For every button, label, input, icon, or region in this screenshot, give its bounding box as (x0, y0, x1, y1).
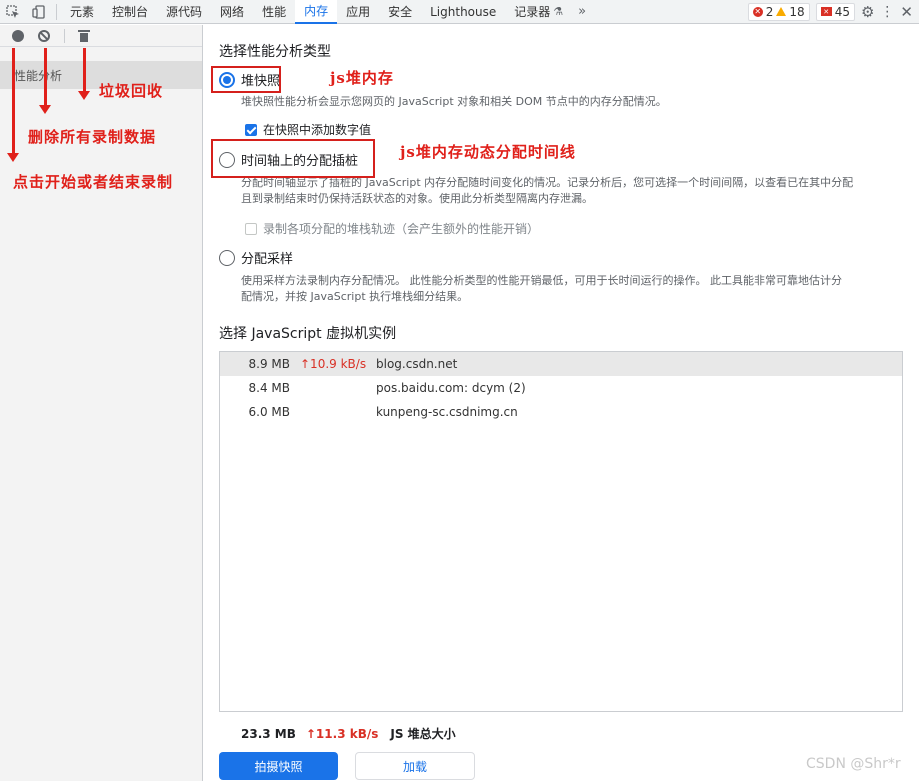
allocation-sampling-radio[interactable] (219, 249, 235, 266)
record-button-icon[interactable] (12, 29, 24, 42)
tab-performance[interactable]: 性能 (253, 0, 295, 24)
settings-gear-icon[interactable]: ⚙ (861, 3, 874, 21)
tab-recorder[interactable]: 记录器 ⚗ (505, 0, 572, 24)
vm-instance-name: kunpeng-sc.csdnimg.cn (376, 405, 518, 419)
allocation-timeline-desc-line2: 且到录制结束时仍保持活跃状态的对象。使用此分析类型隔离内存泄漏。 (241, 192, 593, 205)
annotation-delete-all: 删除所有录制数据 (28, 128, 157, 146)
tab-recorder-label: 记录器 (514, 5, 551, 19)
tab-network[interactable]: 网络 (211, 0, 253, 24)
heap-snapshot-highlight-box (211, 66, 281, 93)
close-devtools-icon[interactable]: ✕ (900, 3, 913, 21)
tab-console[interactable]: 控制台 (103, 0, 157, 24)
stack-traces-checkbox-row[interactable]: 录制各项分配的堆栈轨迹（会产生额外的性能开销） (245, 220, 539, 237)
annotation-allocation-timeline: js堆内存动态分配时间线 (400, 143, 576, 161)
annotation-arrow-garbage (78, 48, 90, 100)
annotation-arrow-delete (39, 48, 51, 114)
vm-heap-rate: ↑10.9 kB/s (300, 357, 367, 371)
load-button[interactable]: 加载 (355, 752, 475, 780)
allocation-sampling-radio-row[interactable]: 分配采样 (219, 248, 293, 267)
tab-application[interactable]: 应用 (337, 0, 379, 24)
sidebar-toolbar (0, 25, 202, 47)
toolbar-divider (64, 28, 65, 43)
numeric-values-label: 在快照中添加数字值 (263, 123, 372, 137)
issues-count: 45 (834, 4, 850, 19)
vm-instances-list: 8.9 MB ↑10.9 kB/s blog.csdn.net 8.4 MB p… (219, 351, 903, 712)
tab-lighthouse[interactable]: Lighthouse (421, 0, 505, 24)
numeric-values-checkbox[interactable] (245, 123, 257, 136)
devtools-tabbar: 元素 控制台 源代码 网络 性能 内存 应用 安全 Lighthouse 记录器… (0, 0, 919, 24)
tab-security[interactable]: 安全 (379, 0, 421, 24)
heap-snapshot-description: 堆快照性能分析会显示您网页的 JavaScript 对象和相关 DOM 节点中的… (241, 95, 667, 108)
annotation-record-toggle: 点击开始或者结束录制 (13, 173, 174, 191)
vm-instance-row[interactable]: 8.9 MB ↑10.9 kB/s blog.csdn.net (220, 352, 902, 376)
allocation-sampling-desc-line1: 使用采样方法录制内存分配情况。 此性能分析类型的性能开销最低，可用于长时间运行的… (241, 274, 842, 287)
allocation-timeline-highlight-box (211, 139, 375, 178)
vm-instances-title: 选择 JavaScript 虚拟机实例 (219, 326, 397, 342)
allocation-sampling-description: 使用采样方法录制内存分配情况。 此性能分析类型的性能开销最低，可用于长时间运行的… (241, 273, 906, 305)
tab-sources[interactable]: 源代码 (157, 0, 211, 24)
tab-memory[interactable]: 内存 (295, 0, 338, 24)
sidebar-item-label: 性能分析 (14, 68, 63, 83)
js-heap-total: 23.3 MB ↑11.3 kB/s JS 堆总大小 (241, 725, 456, 742)
warning-icon (776, 7, 787, 16)
js-heap-total-size: 23.3 MB (241, 726, 296, 741)
js-heap-total-label: JS 堆总大小 (390, 727, 456, 741)
stack-traces-checkbox[interactable] (245, 222, 257, 235)
experiment-flask-icon: ⚗ (553, 5, 564, 18)
annotation-arrow-record (7, 48, 19, 162)
stack-traces-label: 录制各项分配的堆栈轨迹（会产生额外的性能开销） (263, 222, 540, 236)
vm-instance-row[interactable]: 6.0 MB kunpeng-sc.csdnimg.cn (220, 400, 902, 424)
collect-garbage-trash-icon[interactable] (78, 29, 90, 42)
error-count: 2 (765, 4, 774, 19)
annotation-garbage-collect: 垃圾回收 (99, 82, 164, 100)
device-toolbar-icon[interactable] (26, 0, 52, 24)
vm-heap-size: 6.0 MB (248, 405, 290, 419)
profile-type-title: 选择性能分析类型 (219, 44, 331, 60)
issues-flag-icon: ✕ (820, 7, 832, 16)
more-options-kebab-icon[interactable]: ⋮ (880, 4, 894, 20)
toolbar-divider (56, 3, 57, 20)
js-heap-total-rate: ↑11.3 kB/s (305, 726, 379, 741)
more-tabs-chevron-icon[interactable]: » (572, 4, 592, 19)
allocation-sampling-label: 分配采样 (241, 252, 294, 267)
allocation-timeline-description: 分配时间轴显示了插桩的 JavaScript 内存分配随时间变化的情况。记录分析… (241, 175, 906, 207)
vm-instance-row[interactable]: 8.4 MB pos.baidu.com: dcym (2) (220, 376, 902, 400)
allocation-sampling-desc-line2: 配情况，并按 JavaScript 执行堆栈细分结果。 (241, 290, 469, 303)
vm-instance-name: pos.baidu.com: dcym (2) (376, 381, 526, 395)
vm-instance-name: blog.csdn.net (376, 357, 458, 371)
inspect-element-icon[interactable] (0, 0, 26, 24)
annotation-heap-memory: js堆内存 (330, 69, 394, 87)
numeric-values-checkbox-row[interactable]: 在快照中添加数字值 (245, 121, 371, 138)
tab-elements[interactable]: 元素 (61, 0, 103, 24)
vm-heap-size: 8.4 MB (248, 381, 290, 395)
clear-all-profiles-icon[interactable] (38, 29, 50, 42)
take-snapshot-button[interactable]: 拍摄快照 (219, 752, 338, 780)
warning-count: 18 (789, 4, 805, 19)
watermark-text: CSDN @Shr*r (806, 756, 901, 772)
vm-heap-size: 8.9 MB (248, 357, 290, 371)
error-icon: ✕ (752, 6, 763, 17)
issues-badge[interactable]: ✕ 45 (815, 2, 855, 21)
error-count-badge[interactable]: ✕ 2 18 (747, 2, 810, 21)
